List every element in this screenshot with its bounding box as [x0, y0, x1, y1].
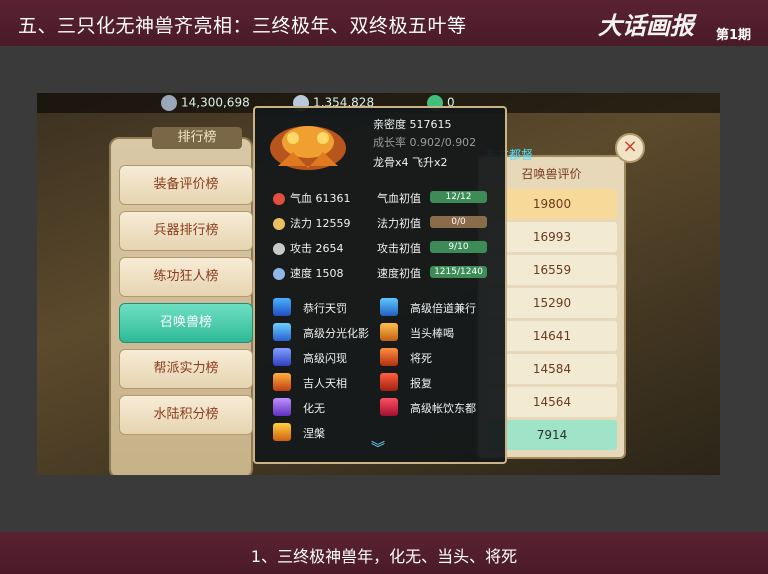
skill-label: 高级闪现	[303, 352, 347, 365]
mp-init-bar: 0/0	[430, 216, 487, 228]
tab-equipment[interactable]: 装备评价榜	[119, 165, 253, 205]
tab-training[interactable]: 练功狂人榜	[119, 257, 253, 297]
skill-label: 当头棒喝	[410, 327, 454, 340]
speed-init-bar: 1215/1240	[430, 266, 487, 278]
hp-icon	[273, 193, 285, 205]
hp-init-bar: 12/12	[430, 191, 487, 203]
pet-portrait	[270, 126, 346, 170]
skill-icon[interactable]	[380, 298, 398, 316]
stat-hp-init-label: 气血初值	[377, 192, 421, 205]
skill-label: 高级帐饮东都	[410, 402, 476, 415]
stat-speed: 速度 1508	[273, 265, 344, 281]
stat-hp: 气血 61361	[273, 190, 351, 206]
skill-icon[interactable]	[273, 298, 291, 316]
mp-icon	[273, 218, 285, 230]
tab-summon-beast[interactable]: 召唤兽榜	[119, 303, 253, 343]
close-button[interactable]: ×	[615, 133, 645, 163]
caption-bar: 1、三终极神兽年，化无、当头、将死	[0, 532, 768, 574]
skill-icon[interactable]	[380, 398, 398, 416]
silver-resource: 14,300,698	[161, 95, 250, 111]
pet-detail-popup: 亲密度 517615 成长率 0.902/0.902 龙骨x4 飞升x2 气血 …	[253, 106, 507, 464]
attack-init-bar: 9/10	[430, 241, 487, 253]
tab-guild[interactable]: 帮派实力榜	[119, 349, 253, 389]
ranking-panel-title: 排行榜	[152, 127, 242, 149]
skill-label: 将死	[410, 352, 432, 365]
skill-icon[interactable]	[380, 323, 398, 341]
stat-mp: 法力 12559	[273, 215, 351, 231]
skill-label: 涅槃	[303, 427, 325, 440]
tab-weapon[interactable]: 兵器排行榜	[119, 211, 253, 251]
speed-icon	[273, 268, 285, 280]
brand-logo: 大话画报	[598, 12, 694, 40]
skill-label: 吉人天相	[303, 377, 347, 390]
skill-label: 高级倍道兼行	[410, 302, 476, 315]
skill-label: 高级分光化影	[303, 327, 369, 340]
tab-water-land[interactable]: 水陆积分榜	[119, 395, 253, 435]
skill-icon[interactable]	[273, 348, 291, 366]
skill-icon[interactable]	[273, 423, 291, 441]
game-screenshot: 14,300,698 1,354,828 0 排行榜 装备评价榜 兵器排行榜 练…	[37, 93, 720, 475]
skill-icon[interactable]	[273, 373, 291, 391]
skill-icon[interactable]	[273, 323, 291, 341]
pet-growth: 成长率 0.902/0.902	[373, 136, 477, 149]
silver-coin-icon	[161, 95, 177, 111]
pet-intimacy: 亲密度 517615	[373, 118, 452, 131]
attack-icon	[273, 243, 285, 255]
header-bar: 五、三只化无神兽齐亮相：三终极年、双终极五叶等 大话画报 第1期	[0, 0, 768, 46]
stat-speed-init-label: 速度初值	[377, 267, 421, 280]
skill-icon[interactable]	[380, 373, 398, 391]
caption-text: 1、三终极神兽年，化无、当头、将死	[250, 547, 518, 566]
stat-attack-init-label: 攻击初值	[377, 242, 421, 255]
issue-number: 第1期	[716, 28, 752, 43]
skill-icon[interactable]	[273, 398, 291, 416]
skill-label: 化无	[303, 402, 325, 415]
skill-label: 恭行天罚	[303, 302, 347, 315]
stat-mp-init-label: 法力初值	[377, 217, 421, 230]
skill-label: 报复	[410, 377, 432, 390]
skill-icon[interactable]	[380, 348, 398, 366]
chevron-down-icon[interactable]: ︾	[371, 438, 385, 458]
pet-bones: 龙骨x4 飞升x2	[373, 156, 448, 169]
page-title: 五、三只化无神兽齐亮相：三终极年、双终极五叶等	[18, 15, 467, 37]
stat-attack: 攻击 2654	[273, 240, 344, 256]
